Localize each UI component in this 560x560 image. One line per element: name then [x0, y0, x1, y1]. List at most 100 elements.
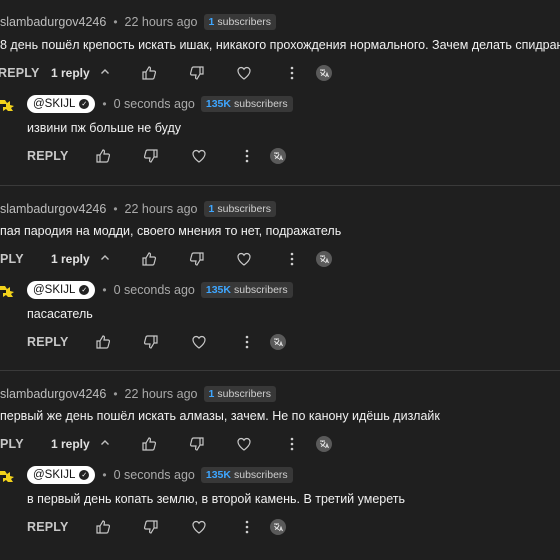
reply-author: @SKIJL	[33, 469, 76, 481]
replies-toggle[interactable]: 1 reply	[51, 66, 110, 80]
comment-author[interactable]: slambadurgov4246	[0, 15, 106, 29]
thumb-down-icon[interactable]	[143, 334, 159, 350]
heart-icon[interactable]	[191, 519, 207, 535]
author-chip[interactable]: @SKIJL ✓	[27, 466, 96, 484]
heart-icon[interactable]	[191, 334, 207, 350]
subscriber-label: subscribers	[217, 388, 272, 400]
heart-icon[interactable]	[236, 251, 252, 267]
heart-icon[interactable]	[191, 148, 207, 164]
more-vert-icon[interactable]	[239, 519, 255, 535]
comment-header: slambadurgov4246 • 22 hours ago 1 subscri…	[0, 14, 277, 30]
comment-thread: slambadurgov4246 • 22 hours ago 1 subscri…	[0, 370, 560, 554]
comment-time[interactable]: 22 hours ago	[125, 202, 198, 216]
subscriber-label: subscribers	[217, 203, 272, 215]
thumb-down-icon[interactable]	[143, 519, 159, 535]
separator-dot: •	[113, 202, 118, 216]
subscriber-label: subscribers	[233, 469, 288, 481]
heart-icon[interactable]	[236, 65, 252, 81]
translate-icon[interactable]	[315, 64, 333, 82]
subscriber-count: 1	[208, 388, 215, 400]
more-vert-icon[interactable]	[239, 148, 255, 164]
avatar-icon[interactable]	[0, 282, 18, 300]
comment-actions: PLY	[0, 252, 24, 266]
verified-icon: ✓	[79, 99, 90, 109]
comment-header: slambadurgov4246 • 22 hours ago 1 subscri…	[0, 386, 277, 402]
more-vert-icon[interactable]	[284, 436, 300, 452]
replies-count: 1 reply	[51, 252, 90, 266]
reply-actions: REPLY	[27, 520, 69, 534]
thumb-up-icon[interactable]	[141, 436, 157, 452]
translate-icon[interactable]	[315, 435, 333, 453]
chevron-up-icon	[100, 66, 110, 80]
reply-text: пасасатель	[27, 307, 93, 321]
chevron-up-icon	[100, 437, 110, 451]
subscriber-badge: 1 subscribers	[203, 201, 277, 217]
reply-button[interactable]: PLY	[0, 437, 24, 451]
replies-toggle[interactable]: 1 reply	[51, 437, 110, 451]
replies-count: 1 reply	[51, 66, 90, 80]
author-chip[interactable]: @SKIJL ✓	[27, 95, 96, 113]
separator-dot: •	[102, 283, 107, 297]
comment-actions: PLY	[0, 437, 24, 451]
subscriber-badge: 1 subscribers	[203, 386, 277, 402]
thumb-up-icon[interactable]	[141, 251, 157, 267]
comment-text: 8 день пошёл крепость искать ишак, никак…	[0, 38, 560, 52]
more-vert-icon[interactable]	[239, 334, 255, 350]
thumb-up-icon[interactable]	[95, 334, 111, 350]
comment-time[interactable]: 22 hours ago	[125, 15, 198, 29]
avatar-icon[interactable]	[0, 96, 18, 114]
subscriber-count: 1	[208, 16, 215, 28]
author-chip[interactable]: @SKIJL ✓	[27, 281, 96, 299]
thumb-down-icon[interactable]	[189, 251, 205, 267]
more-vert-icon[interactable]	[284, 65, 300, 81]
translate-icon[interactable]	[269, 147, 287, 165]
comment-actions: REPLY	[0, 66, 40, 80]
separator-dot: •	[102, 468, 107, 482]
subscriber-badge: 135K subscribers	[200, 282, 293, 298]
reply-button[interactable]: REPLY	[27, 520, 69, 534]
translate-icon[interactable]	[315, 250, 333, 268]
comment-author[interactable]: slambadurgov4246	[0, 387, 106, 401]
reply-button[interactable]: PLY	[0, 252, 24, 266]
thumb-up-icon[interactable]	[141, 65, 157, 81]
comment-text: пая пародия на модди, своего мнения то н…	[0, 224, 342, 238]
subscriber-count: 135K	[205, 469, 231, 481]
subscriber-label: subscribers	[233, 284, 288, 296]
translate-icon[interactable]	[269, 518, 287, 536]
subscriber-badge: 135K subscribers	[200, 467, 293, 483]
subscriber-badge: 1 subscribers	[203, 14, 277, 30]
reply-time[interactable]: 0 seconds ago	[114, 97, 195, 111]
reply-header: @SKIJL ✓ • 0 seconds ago 135K subscribers	[27, 95, 293, 113]
reply-button[interactable]: REPLY	[27, 149, 69, 163]
subscriber-badge: 135K subscribers	[200, 96, 293, 112]
reply-button[interactable]: REPLY	[27, 335, 69, 349]
heart-icon[interactable]	[236, 436, 252, 452]
thumb-down-icon[interactable]	[189, 65, 205, 81]
separator-dot: •	[102, 97, 107, 111]
separator-dot: •	[113, 15, 118, 29]
subscriber-count: 135K	[205, 284, 231, 296]
thumb-down-icon[interactable]	[189, 436, 205, 452]
replies-count: 1 reply	[51, 437, 90, 451]
reply-actions: REPLY	[27, 335, 69, 349]
avatar-icon[interactable]	[0, 467, 18, 485]
replies-toggle[interactable]: 1 reply	[51, 252, 110, 266]
reply-time[interactable]: 0 seconds ago	[114, 283, 195, 297]
translate-icon[interactable]	[269, 333, 287, 351]
reply-author: @SKIJL	[33, 98, 76, 110]
thumb-down-icon[interactable]	[143, 148, 159, 164]
reply-header: @SKIJL ✓ • 0 seconds ago 135K subscribers	[27, 281, 293, 299]
comment-thread: slambadurgov4246 • 22 hours ago 1 subscri…	[0, 185, 560, 369]
comment-time[interactable]: 22 hours ago	[125, 387, 198, 401]
more-vert-icon[interactable]	[284, 251, 300, 267]
thumb-up-icon[interactable]	[95, 519, 111, 535]
comment-thread: slambadurgov4246 • 22 hours ago 1 subscri…	[0, 0, 560, 184]
comment-author[interactable]: slambadurgov4246	[0, 202, 106, 216]
chevron-up-icon	[100, 252, 110, 266]
subscriber-label: subscribers	[217, 16, 272, 28]
thumb-up-icon[interactable]	[95, 148, 111, 164]
subscriber-count: 135K	[205, 98, 231, 110]
reply-actions: REPLY	[27, 149, 69, 163]
reply-time[interactable]: 0 seconds ago	[114, 468, 195, 482]
reply-button[interactable]: REPLY	[0, 66, 40, 80]
